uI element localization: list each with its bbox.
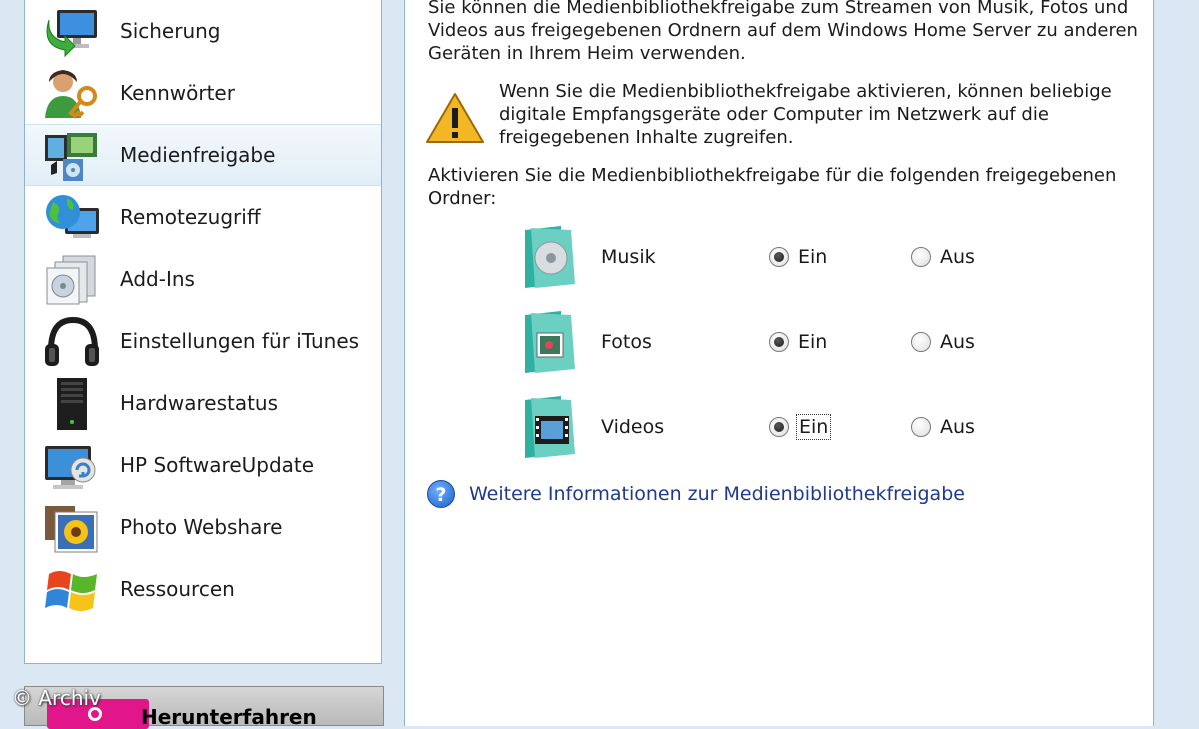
headphones-icon xyxy=(45,316,99,366)
radio-button[interactable] xyxy=(911,247,931,267)
sidebar-item-hp-softwareupdate[interactable]: HP SoftwareUpdate xyxy=(25,434,381,496)
copyright-watermark: © Archiv xyxy=(12,686,101,710)
musik-on-radio[interactable]: Ein xyxy=(769,246,827,268)
media-share-icon xyxy=(45,133,97,181)
folder-row-musik: Musik Ein Aus xyxy=(405,224,1145,294)
folder-name: Musik xyxy=(601,246,656,268)
sidebar-item-remotezugriff[interactable]: Remotezugriff xyxy=(25,186,381,248)
radio-button-checked[interactable] xyxy=(769,417,789,437)
radio-button-checked[interactable] xyxy=(769,332,789,352)
sidebar-item-ressourcen[interactable]: Ressourcen xyxy=(25,558,381,620)
user-key-icon xyxy=(45,70,97,119)
fotos-on-radio[interactable]: Ein xyxy=(769,331,827,353)
musik-off-radio[interactable]: Aus xyxy=(911,246,975,268)
photo-sunflower-icon xyxy=(45,506,98,553)
sidebar-item-label: Medienfreigabe xyxy=(120,143,276,167)
sidebar-item-label: Kennwörter xyxy=(120,81,235,105)
radio-label: Ein xyxy=(795,414,832,440)
sidebar-nav: Sicherung Kennwörter Medienfreigabe Remo… xyxy=(24,0,382,664)
sidebar-item-label: Hardwarestatus xyxy=(120,391,279,415)
monitor-update-icon xyxy=(45,446,96,489)
server-tower-icon xyxy=(57,378,87,430)
windows-flag-icon xyxy=(45,571,97,611)
sidebar-item-label: HP SoftwareUpdate xyxy=(120,453,315,477)
fotos-off-radio[interactable]: Aus xyxy=(911,331,975,353)
sidebar-item-sicherung[interactable]: Sicherung xyxy=(25,0,381,62)
sidebar-item-kennwoerter[interactable]: Kennwörter xyxy=(25,62,381,124)
folder-name: Videos xyxy=(601,416,665,438)
media-share-panel: Sie können die Medienbibliothekfreigabe … xyxy=(404,0,1154,726)
sidebar-item-label: Add-Ins xyxy=(120,267,195,291)
more-info-link-text[interactable]: Weitere Informationen zur Medienbiblioth… xyxy=(469,483,965,505)
sidebar-item-medienfreigabe[interactable]: Medienfreigabe xyxy=(25,124,381,186)
shutdown-label: Herunterfahren xyxy=(141,705,317,729)
help-icon: ? xyxy=(427,480,455,508)
sidebar-item-label: Einstellungen für iTunes xyxy=(120,329,360,353)
videos-on-radio[interactable]: Ein xyxy=(769,414,832,440)
radio-label: Aus xyxy=(940,246,975,268)
warning-message: Wenn Sie die Medienbibliothekfreigabe ak… xyxy=(499,81,1112,148)
addins-icon xyxy=(46,255,96,305)
sidebar-item-label: Photo Webshare xyxy=(120,515,283,539)
radio-button[interactable] xyxy=(911,332,931,352)
activate-instructions: Aktivieren Sie die Medienbibliothekfreig… xyxy=(428,165,1117,209)
video-folder-icon xyxy=(525,396,575,458)
radio-button-checked[interactable] xyxy=(769,247,789,267)
photo-folder-icon xyxy=(525,311,575,373)
sidebar-item-label: Ressourcen xyxy=(120,577,235,601)
sidebar-item-hardwarestatus[interactable]: Hardwarestatus xyxy=(25,372,381,434)
music-folder-icon xyxy=(525,226,575,288)
more-info-link[interactable]: ? Weitere Informationen zur Medienbiblio… xyxy=(427,480,965,508)
folder-row-videos: Videos Ein Aus xyxy=(405,394,1145,464)
backup-computer-icon xyxy=(46,10,97,58)
videos-off-radio[interactable]: Aus xyxy=(911,416,975,438)
sidebar-item-itunes[interactable]: Einstellungen für iTunes xyxy=(25,310,381,372)
radio-button[interactable] xyxy=(911,417,931,437)
radio-label: Aus xyxy=(940,331,975,353)
sidebar-item-label: Remotezugriff xyxy=(120,205,261,229)
sidebar-item-addins[interactable]: Add-Ins xyxy=(25,248,381,310)
radio-label: Ein xyxy=(798,246,828,268)
radio-label: Aus xyxy=(940,416,975,438)
radio-label: Ein xyxy=(798,331,828,353)
warning-icon xyxy=(426,93,484,143)
sidebar-item-photo-webshare[interactable]: Photo Webshare xyxy=(25,496,381,558)
intro-description: Sie können die Medienbibliothekfreigabe … xyxy=(428,0,1138,64)
globe-computer-icon xyxy=(46,195,99,238)
folder-name: Fotos xyxy=(601,331,652,353)
folder-row-fotos: Fotos Ein Aus xyxy=(405,309,1145,379)
sidebar-item-label: Sicherung xyxy=(120,19,221,43)
